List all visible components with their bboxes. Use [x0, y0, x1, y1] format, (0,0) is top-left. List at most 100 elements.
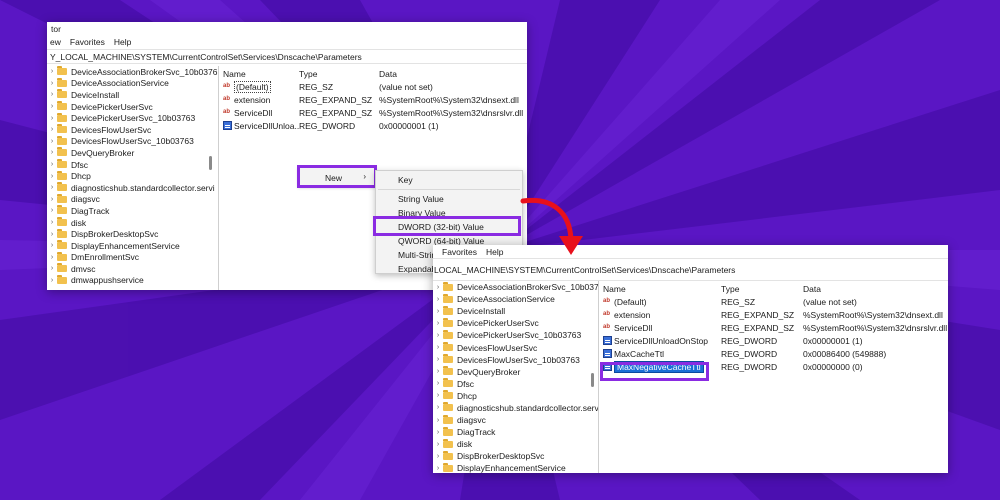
expand-chevron-icon[interactable]: ›	[47, 80, 57, 87]
expand-chevron-icon[interactable]: ›	[47, 161, 57, 168]
tree-item[interactable]: › disk	[433, 438, 598, 450]
tree-item[interactable]: › DispBrokerDesktopSvc	[47, 228, 218, 240]
tree-item[interactable]: › Dhcp	[47, 170, 218, 182]
value-row[interactable]: ab (Default) REG_SZ (value not set)	[599, 295, 948, 308]
tree-item[interactable]: › DevicesFlowUserSvc	[433, 341, 598, 353]
tree-item[interactable]: › diagnosticshub.standardcollector.servi	[433, 402, 598, 414]
expand-chevron-icon[interactable]: ›	[47, 207, 57, 214]
expand-chevron-icon[interactable]: ›	[47, 149, 57, 156]
tree-item[interactable]: › DeviceAssociationService	[47, 77, 218, 90]
value-row[interactable]: ServiceDllUnloa... REG_DWORD 0x00000001 (1…	[219, 119, 527, 132]
tree-item[interactable]: › DeviceInstall	[47, 89, 218, 101]
tree-item[interactable]: › diagnosticshub.standardcollector.servi	[47, 182, 218, 194]
expand-chevron-icon[interactable]: ›	[433, 404, 443, 411]
expand-chevron-icon[interactable]: ›	[47, 254, 57, 261]
expand-chevron-icon[interactable]: ›	[433, 320, 443, 327]
expand-chevron-icon[interactable]: ›	[47, 231, 57, 238]
expand-chevron-icon[interactable]: ›	[433, 344, 443, 351]
value-row[interactable]: ab ServiceDll REG_EXPAND_SZ %SystemRoot%\Sy…	[599, 321, 948, 334]
expand-chevron-icon[interactable]: ›	[47, 242, 57, 249]
tree-item[interactable]: › DevQueryBroker	[47, 147, 218, 159]
tree-item[interactable]: › DmEnrollmentSvc	[47, 251, 218, 264]
expand-chevron-icon[interactable]: ›	[433, 417, 443, 424]
menu-help[interactable]: Help	[114, 36, 131, 49]
tree-item[interactable]: › diagsvc	[433, 414, 598, 426]
tree-item[interactable]: › DevicePickerUserSvc_10b03763	[47, 112, 218, 124]
tree-item[interactable]: › Dfsc	[433, 378, 598, 390]
value-row[interactable]: ab extension REG_EXPAND_SZ %SystemRoot%\Sys…	[599, 308, 948, 321]
menu-help[interactable]: Help	[486, 246, 503, 258]
expand-chevron-icon[interactable]: ›	[433, 332, 443, 339]
menu-favorites[interactable]: Favorites	[70, 36, 105, 49]
menu-view[interactable]: ew	[50, 36, 61, 49]
column-header-type[interactable]: Type	[299, 69, 379, 79]
tree-item[interactable]: › disk	[47, 217, 218, 229]
value-row[interactable]: ab (Default) REG_SZ (value not set)	[219, 80, 527, 93]
tree-item[interactable]: › DeviceInstall	[433, 305, 598, 317]
expand-chevron-icon[interactable]: ›	[47, 265, 57, 272]
address-bar[interactable]: Y_LOCAL_MACHINE\SYSTEM\CurrentControlSet…	[47, 49, 527, 64]
value-row[interactable]: ab ServiceDll REG_EXPAND_SZ %SystemRoot%\Sy…	[219, 106, 527, 119]
expand-chevron-icon[interactable]: ›	[47, 91, 57, 98]
column-header-data[interactable]: Data	[803, 284, 948, 294]
expand-chevron-icon[interactable]: ›	[433, 392, 443, 399]
expand-chevron-icon[interactable]: ›	[433, 465, 443, 472]
column-header-type[interactable]: Type	[721, 284, 803, 294]
tree-item[interactable]: › DevQueryBroker	[433, 366, 598, 378]
tree-item[interactable]: › DevicesFlowUserSvc_10b03763	[47, 135, 218, 148]
tree-item[interactable]: › dmwappushservice	[47, 274, 218, 287]
expand-chevron-icon[interactable]: ›	[47, 173, 57, 180]
expand-chevron-icon[interactable]: ›	[47, 196, 57, 203]
tree-item[interactable]: › DevicesFlowUserSvc_10b03763	[433, 354, 598, 366]
value-row[interactable]: ab extension REG_EXPAND_SZ %SystemRoot%\Sys…	[219, 93, 527, 106]
tree-item[interactable]: › Dfsc	[47, 159, 218, 171]
tree-item[interactable]: › DispBrokerDesktopSvc	[433, 450, 598, 462]
column-header-name[interactable]: Name	[599, 284, 721, 294]
expand-chevron-icon[interactable]: ›	[47, 68, 57, 75]
tree-item[interactable]: › DisplayEnhancementService	[433, 462, 598, 473]
tree-scrollbar[interactable]	[209, 156, 212, 170]
tree-item[interactable]: › DeviceAssociationBrokerSvc_10b0376:	[433, 281, 598, 293]
key-tree[interactable]: › DeviceAssociationBrokerSvc_10b0376: › Dev…	[433, 281, 599, 473]
expand-chevron-icon[interactable]: ›	[47, 115, 57, 122]
tree-item[interactable]: › dmvsc	[47, 263, 218, 275]
expand-chevron-icon[interactable]: ›	[433, 380, 443, 387]
value-row[interactable]: MaxCacheTtl REG_DWORD 0x00086400 (549888)	[599, 347, 948, 360]
expand-chevron-icon[interactable]: ›	[47, 219, 57, 226]
tree-item[interactable]: › diagsvc	[47, 193, 218, 206]
expand-chevron-icon[interactable]: ›	[47, 277, 57, 284]
tree-item[interactable]: › DevicePickerUserSvc_10b03763	[433, 329, 598, 341]
tree-item[interactable]: › DisplayEnhancementService	[47, 240, 218, 252]
value-row[interactable]: ServiceDllUnloadOnStop REG_DWORD 0x0000000…	[599, 334, 948, 347]
expand-chevron-icon[interactable]: ›	[47, 184, 57, 191]
submenu-string-value[interactable]: String Value	[398, 194, 444, 204]
expand-chevron-icon[interactable]: ›	[433, 441, 443, 448]
expand-chevron-icon[interactable]: ›	[433, 284, 443, 291]
tree-item[interactable]: › DeviceAssociationService	[433, 293, 598, 305]
expand-chevron-icon[interactable]: ›	[433, 429, 443, 436]
key-tree[interactable]: › DeviceAssociationBrokerSvc_10b0376: › Dev…	[47, 66, 219, 290]
expand-chevron-icon[interactable]: ›	[433, 356, 443, 363]
expand-chevron-icon[interactable]: ›	[433, 308, 443, 315]
expand-chevron-icon[interactable]: ›	[47, 138, 57, 145]
tree-item[interactable]: › DevicePickerUserSvc	[433, 317, 598, 329]
expand-chevron-icon[interactable]: ›	[47, 103, 57, 110]
tree-item[interactable]: › DiagTrack	[47, 205, 218, 217]
expand-chevron-icon[interactable]: ›	[433, 368, 443, 375]
submenu-key[interactable]: Key	[398, 175, 413, 185]
tree-scrollbar[interactable]	[591, 373, 594, 387]
menu-favorites[interactable]: Favorites	[442, 246, 477, 258]
expand-chevron-icon[interactable]: ›	[433, 453, 443, 460]
tree-item[interactable]: › DiagTrack	[433, 426, 598, 438]
address-bar[interactable]: LOCAL_MACHINE\SYSTEM\CurrentControlSet\S…	[433, 258, 948, 281]
tree-item[interactable]: › DeviceAssociationBrokerSvc_10b0376:	[47, 66, 218, 78]
column-header-data[interactable]: Data	[379, 69, 527, 79]
tree-item[interactable]: › Dhcp	[433, 390, 598, 402]
expand-chevron-icon[interactable]: ›	[433, 296, 443, 303]
tree-item[interactable]: › DevicePickerUserSvc	[47, 101, 218, 113]
tree-item[interactable]: › DevicesFlowUserSvc	[47, 124, 218, 136]
submenu-multi-string-value[interactable]: Multi-Strin	[398, 250, 436, 260]
column-header-name[interactable]: Name	[219, 69, 299, 79]
expand-chevron-icon[interactable]: ›	[47, 126, 57, 133]
submenu-expandable-string-value[interactable]: Expandab	[398, 264, 436, 273]
